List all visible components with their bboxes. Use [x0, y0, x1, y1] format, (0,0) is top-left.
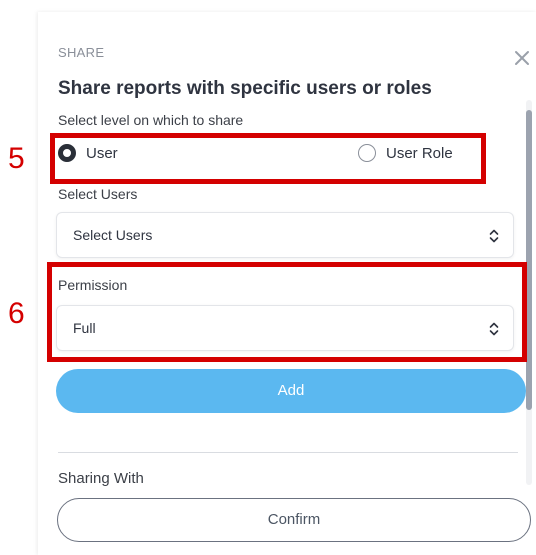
- share-level-label: Select level on which to share: [58, 112, 244, 128]
- scrollbar-thumb[interactable]: [526, 110, 532, 410]
- select-users-dropdown[interactable]: Select Users: [56, 212, 514, 258]
- callout-number-5: 5: [8, 142, 25, 175]
- add-button[interactable]: Add: [56, 369, 526, 413]
- radio-user[interactable]: User: [58, 144, 118, 162]
- permission-value: Full: [73, 320, 96, 336]
- dialog-title: Share reports with specific users or rol…: [58, 78, 432, 99]
- radio-user-label: User: [86, 144, 118, 162]
- chevron-up-down-icon: [489, 322, 499, 336]
- select-users-value: Select Users: [73, 227, 153, 243]
- select-users-label: Select Users: [58, 186, 138, 202]
- chevron-up-down-icon: [489, 229, 499, 243]
- permission-dropdown[interactable]: Full: [56, 305, 514, 351]
- radio-user-role[interactable]: User Role: [358, 144, 453, 162]
- radio-unchecked-icon: [358, 144, 376, 162]
- permission-label: Permission: [58, 277, 128, 293]
- close-icon[interactable]: [512, 48, 532, 68]
- dialog-header: SHARE: [58, 45, 105, 60]
- divider: [58, 452, 518, 453]
- radio-checked-icon: [58, 144, 76, 162]
- radio-user-role-label: User Role: [386, 144, 453, 162]
- callout-number-6: 6: [8, 297, 25, 330]
- share-dialog-screenshot: SHARE Share reports with specific users …: [0, 0, 536, 555]
- confirm-button[interactable]: Confirm: [57, 498, 531, 542]
- sharing-with-heading: Sharing With: [58, 470, 144, 486]
